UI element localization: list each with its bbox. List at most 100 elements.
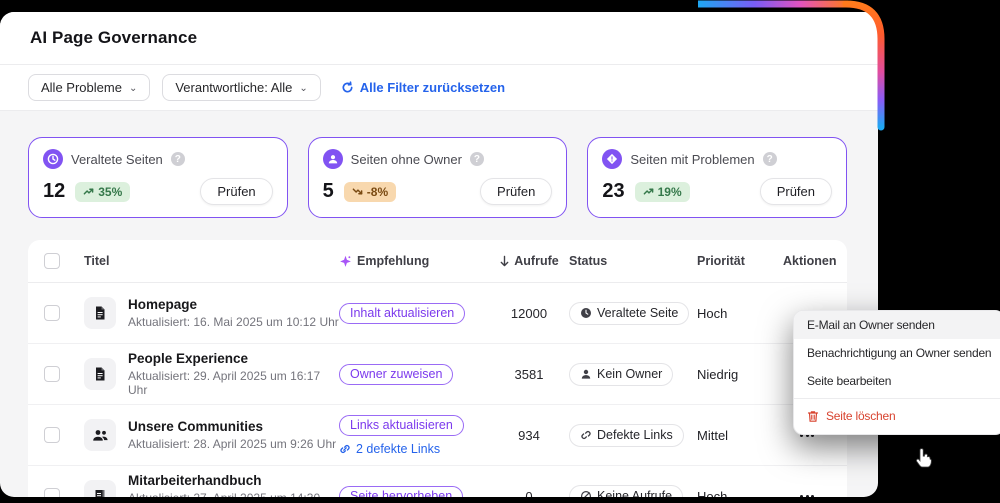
owner-filter-label: Verantwortliche: Alle [175,80,292,95]
document-icon [84,358,116,390]
user-icon [580,368,592,380]
status-badge: Kein Owner [569,363,673,386]
book-icon [84,480,116,497]
problem-filter-dropdown[interactable]: Alle Probleme ⌄ [28,74,150,101]
stat-card-veraltete-seiten: Veraltete Seiten ? 12 35% Prüfen [28,137,288,218]
title-bar: AI Page Governance [0,12,878,65]
clock-icon [580,307,592,319]
stat-card-label: Seiten ohne Owner [351,152,462,167]
trend-badge: -8% [344,182,396,202]
column-header-prioritaet[interactable]: Priorität [697,254,783,268]
pruefen-button[interactable]: Prüfen [200,178,272,205]
stat-value: 23 [602,180,624,203]
page-title-text[interactable]: People Experience [128,351,339,366]
page-updated-text: Aktualisiert: 28. April 2025 um 9:26 Uhr [128,437,336,451]
stat-card-label: Veraltete Seiten [71,152,163,167]
pages-table: Titel Empfehlung Aufrufe Status Prioritä… [28,240,847,497]
page-title: AI Page Governance [30,28,197,48]
page-updated-text: Aktualisiert: 16. Mai 2025 um 10:12 Uhr [128,315,339,329]
row-checkbox[interactable] [44,488,60,497]
views-value: 3581 [489,367,569,382]
menu-divider [794,398,1000,399]
trend-badge: 19% [635,182,690,202]
column-header-status[interactable]: Status [569,254,697,268]
sparkle-icon [339,255,352,268]
user-icon [323,149,343,169]
hand-pointer-cursor [912,447,934,471]
trend-up-icon [83,186,94,197]
views-value: 934 [489,428,569,443]
trend-up-icon [643,186,654,197]
table-header-row: Titel Empfehlung Aufrufe Status Prioritä… [28,240,847,283]
status-badge: Veraltete Seite [569,302,689,325]
row-actions-button[interactable] [783,486,831,497]
column-header-aktionen: Aktionen [783,254,831,268]
page-updated-text: Aktualisiert: 27. April 2025 um 14:30 Uh… [128,491,339,497]
owner-filter-dropdown[interactable]: Verantwortliche: Alle ⌄ [162,74,320,101]
alert-icon [602,149,622,169]
menu-item-edit-page[interactable]: Seite bearbeiten [794,367,1000,395]
people-icon [84,419,116,451]
status-badge: Defekte Links [569,424,684,447]
recommendation-pill[interactable]: Owner zuweisen [339,364,453,385]
broken-link-icon [339,443,351,455]
table-row: Mitarbeiterhandbuch Aktualisiert: 27. Ap… [28,466,847,497]
filter-bar: Alle Probleme ⌄ Verantwortliche: Alle ⌄ … [0,65,878,111]
table-row: People Experience Aktualisiert: 29. Apri… [28,344,847,405]
trash-icon [807,410,819,423]
table-row: Homepage Aktualisiert: 16. Mai 2025 um 1… [28,283,847,344]
pruefen-button[interactable]: Prüfen [760,178,832,205]
page-title-text[interactable]: Homepage [128,297,339,312]
recommendation-pill[interactable]: Seite hervorheben [339,486,463,498]
menu-item-delete-page[interactable]: Seite löschen [794,402,1000,430]
stat-card-seiten-ohne-owner: Seiten ohne Owner ? 5 -8% Prüfen [308,137,568,218]
problem-filter-label: Alle Probleme [41,80,122,95]
page-updated-text: Aktualisiert: 29. April 2025 um 16:17 Uh… [128,369,339,397]
help-icon[interactable]: ? [763,152,777,166]
reset-filters-link[interactable]: Alle Filter zurücksetzen [341,80,505,95]
column-header-aufrufe[interactable]: Aufrufe [489,254,569,268]
stat-value: 5 [323,180,334,203]
row-checkbox[interactable] [44,366,60,382]
chevron-down-icon: ⌄ [299,83,307,94]
stat-cards: Veraltete Seiten ? 12 35% Prüfen Seiten … [0,111,878,218]
row-checkbox[interactable] [44,427,60,443]
recommendation-pill[interactable]: Links aktualisieren [339,415,464,436]
menu-item-email-owner[interactable]: E-Mail an Owner senden [794,311,1000,339]
stat-card-label: Seiten mit Problemen [630,152,754,167]
menu-item-notify-owner[interactable]: Benachrichtigung an Owner senden [794,339,1000,367]
row-checkbox[interactable] [44,305,60,321]
document-icon [84,297,116,329]
trend-down-icon [352,186,363,197]
help-icon[interactable]: ? [171,152,185,166]
column-header-empfehlung[interactable]: Empfehlung [339,254,489,268]
select-all-checkbox[interactable] [44,253,60,269]
priority-value: Niedrig [697,367,783,382]
pruefen-button[interactable]: Prüfen [480,178,552,205]
reset-filters-label: Alle Filter zurücksetzen [360,80,505,95]
views-value: 12000 [489,306,569,321]
broken-link-icon [580,429,592,441]
sort-down-icon [499,255,510,267]
eye-off-icon [580,490,592,497]
priority-value: Hoch [697,489,783,498]
reset-icon [341,81,354,94]
recommendation-pill[interactable]: Inhalt aktualisieren [339,303,465,324]
page-title-text[interactable]: Mitarbeiterhandbuch [128,473,339,488]
trend-badge: 35% [75,182,130,202]
broken-links-link[interactable]: 2 defekte Links [339,442,489,456]
priority-value: Hoch [697,306,783,321]
priority-value: Mittel [697,428,783,443]
stat-value: 12 [43,180,65,203]
stat-card-seiten-mit-problemen: Seiten mit Problemen ? 23 19% Prüfen [587,137,847,218]
help-icon[interactable]: ? [470,152,484,166]
status-badge: Keine Aufrufe [569,485,683,498]
table-row: Unsere Communities Aktualisiert: 28. Apr… [28,405,847,466]
app-window: AI Page Governance Alle Probleme ⌄ Veran… [0,12,878,497]
chevron-down-icon: ⌄ [129,83,137,94]
row-actions-context-menu: E-Mail an Owner senden Benachrichtigung … [793,310,1000,435]
clock-icon [43,149,63,169]
page-title-text[interactable]: Unsere Communities [128,419,336,434]
views-value: 0 [489,489,569,498]
column-header-titel[interactable]: Titel [84,254,339,268]
